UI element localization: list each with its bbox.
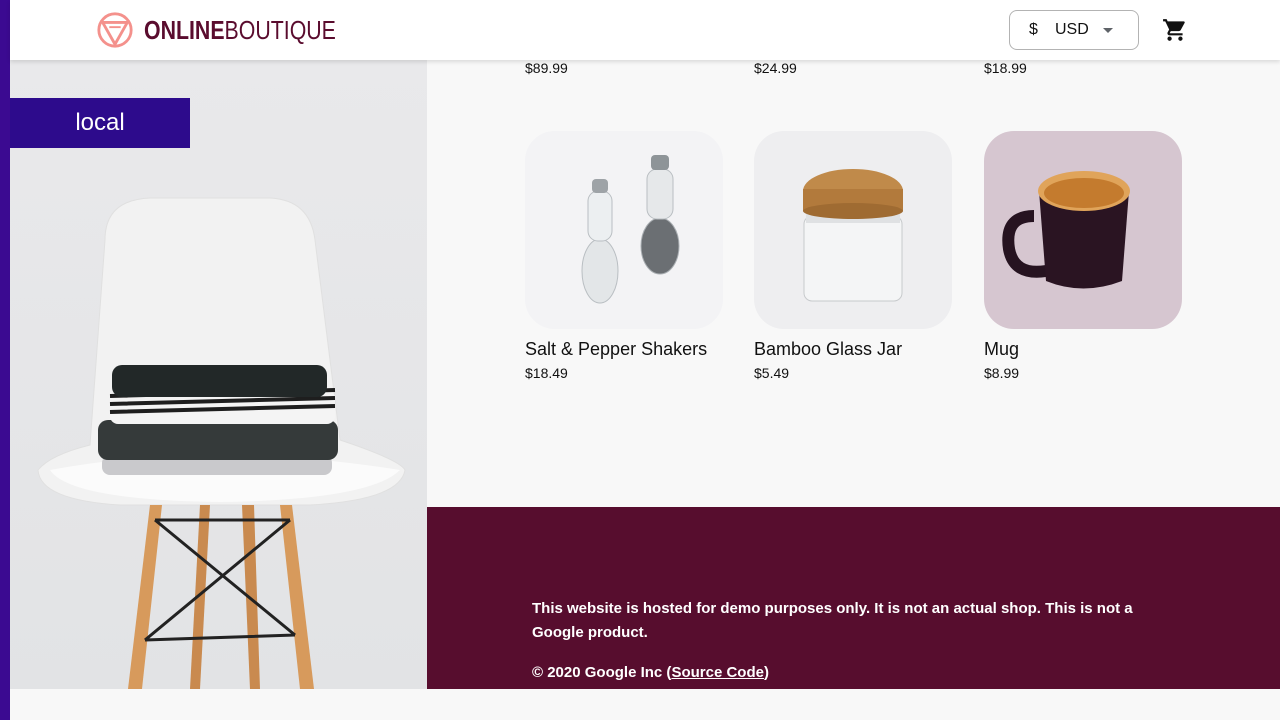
product-price: $18.49 <box>525 365 568 381</box>
logo-icon <box>97 12 133 48</box>
header: ONLINE BOUTIQUE $ USD <box>10 0 1280 60</box>
currency-code: USD <box>1055 21 1089 38</box>
copyright-suffix: ) <box>763 664 769 681</box>
product-grid: $89.99 $24.99 $18.99 Salt & Pepper Shake… <box>427 60 1280 507</box>
chevron-down-icon <box>1103 28 1113 33</box>
product-price: $8.99 <box>984 365 1020 381</box>
product-price: $18.99 <box>984 60 1027 76</box>
product-name[interactable]: Mug <box>984 339 1182 360</box>
logo-text: ONLINE BOUTIQUE <box>144 15 336 46</box>
cart-icon[interactable] <box>1162 17 1188 43</box>
source-code-link[interactable]: Source Code <box>671 664 764 681</box>
product-price: $24.99 <box>754 60 797 76</box>
currency-select[interactable]: $ USD <box>1009 10 1139 50</box>
currency-symbol: $ <box>1029 21 1038 38</box>
product-card-salt-pepper[interactable]: Salt & Pepper Shakers $18.49 <box>525 131 723 381</box>
product-image[interactable] <box>984 131 1182 329</box>
copyright-text: © 2020 Google Inc ( <box>532 664 672 681</box>
footer-disclaimer: This website is hosted for demo purposes… <box>532 600 1133 641</box>
footer: This website is hosted for demo purposes… <box>427 507 1280 689</box>
product-image[interactable] <box>754 131 952 329</box>
product-card-bamboo-jar[interactable]: Bamboo Glass Jar $5.49 <box>754 131 952 381</box>
logo[interactable]: ONLINE BOUTIQUE <box>96 10 378 50</box>
product-image[interactable] <box>525 131 723 329</box>
product-price: $5.49 <box>754 365 790 381</box>
product-name[interactable]: Salt & Pepper Shakers <box>525 339 723 360</box>
product-card-mug[interactable]: Mug $8.99 <box>984 131 1182 381</box>
footer-copyright: © 2020 Google Inc (Source Code) <box>532 661 1172 685</box>
logo-text-light: BOUTIQUE <box>224 14 336 45</box>
environment-badge: local <box>10 98 190 148</box>
product-price: $89.99 <box>525 60 568 76</box>
logo-text-bold: ONLINE <box>144 14 225 45</box>
product-name[interactable]: Bamboo Glass Jar <box>754 339 952 360</box>
hero-image <box>10 60 427 689</box>
bottom-strip <box>10 689 1280 720</box>
left-accent-bar <box>0 0 10 720</box>
